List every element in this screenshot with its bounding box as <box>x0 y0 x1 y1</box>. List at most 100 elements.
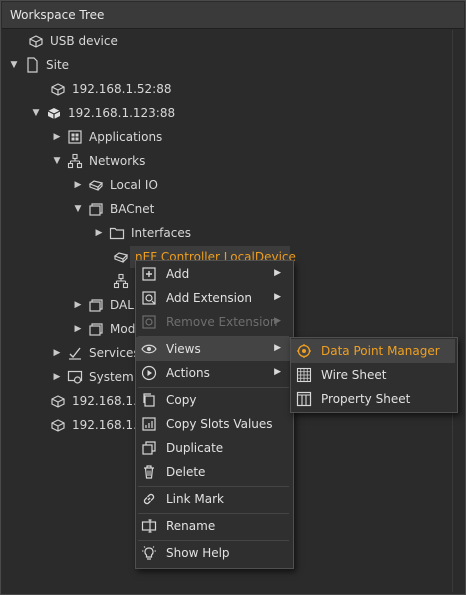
link-icon <box>140 490 158 508</box>
scrollbar[interactable] <box>452 30 463 592</box>
collapse-arrow[interactable]: ▼ <box>8 60 20 70</box>
submenu-arrow-icon: ▶ <box>274 292 281 302</box>
menu-item-views[interactable]: Views ▶ <box>136 337 291 361</box>
tree-item-device-5b[interactable]: 192.168.1.5 <box>34 413 145 437</box>
lightbulb-icon <box>140 544 158 562</box>
tree-item-label: Interfaces <box>131 226 191 240</box>
menu-item-show-help[interactable]: Show Help <box>136 541 291 565</box>
tree-item-services[interactable]: ▶ Services <box>51 341 140 365</box>
wire-sheet-icon <box>295 366 313 384</box>
local-io-icon <box>88 177 104 193</box>
menu-item-actions[interactable]: Actions ▶ <box>136 361 291 385</box>
applications-icon <box>67 129 83 145</box>
collapse-arrow[interactable]: ▼ <box>30 108 42 118</box>
device-filled-icon <box>46 105 62 121</box>
tree-item-label: BACnet <box>110 202 155 216</box>
tree-item-label: 192.168.1.52:88 <box>72 82 172 96</box>
views-submenu: Data Point Manager Wire Sheet Property S… <box>290 337 458 413</box>
data-point-manager-icon <box>295 342 313 360</box>
menu-item-remove-extension: Remove Extension ▶ <box>136 310 291 334</box>
usb-device-icon <box>28 33 44 49</box>
tree-item-applications[interactable]: ▶ Applications <box>51 125 163 149</box>
tree-item-site[interactable]: ▼ Site <box>8 53 69 77</box>
tree-item-network-node[interactable] <box>97 269 135 293</box>
tree-item-device-123[interactable]: ▼ 192.168.1.123:88 <box>30 101 176 125</box>
tree-item-dali[interactable]: ▶ DALI <box>72 293 138 317</box>
tree-item-networks[interactable]: ▼ Networks <box>51 149 145 173</box>
menu-item-add[interactable]: Add ▶ <box>136 262 291 286</box>
submenu-item-data-point-manager[interactable]: Data Point Manager <box>291 339 455 363</box>
networks-icon <box>67 153 83 169</box>
copy-slots-icon <box>140 415 158 433</box>
submenu-item-label: Wire Sheet <box>321 368 387 382</box>
menu-item-label: Actions <box>166 366 210 380</box>
local-device-icon <box>113 249 129 265</box>
submenu-item-property-sheet[interactable]: Property Sheet <box>291 387 455 411</box>
tree-item-label: USB device <box>50 34 118 48</box>
submenu-arrow-icon: ▶ <box>274 316 281 326</box>
menu-item-link-mark[interactable]: Link Mark <box>136 487 291 511</box>
tree-item-label: Applications <box>89 130 163 144</box>
expand-arrow[interactable]: ▶ <box>93 228 105 238</box>
menu-item-label: Remove Extension <box>166 315 278 329</box>
tree-item-device-52[interactable]: 192.168.1.52:88 <box>34 77 171 101</box>
menu-item-copy[interactable]: Copy <box>136 388 291 412</box>
tree-item-label: 192.168.1.5 <box>72 394 145 408</box>
folder-icon <box>109 225 125 241</box>
play-icon <box>140 364 158 382</box>
expand-arrow[interactable]: ▶ <box>51 372 63 382</box>
menu-item-duplicate[interactable]: Duplicate <box>136 436 291 460</box>
tree-item-interfaces[interactable]: ▶ Interfaces <box>93 221 191 245</box>
expand-arrow[interactable]: ▶ <box>72 324 84 334</box>
tree-item-label: 192.168.1.5 <box>72 418 145 432</box>
panel-header: Workspace Tree <box>2 2 464 29</box>
tree-item-device-5a[interactable]: 192.168.1.5 <box>34 389 145 413</box>
menu-item-label: Link Mark <box>166 492 224 506</box>
menu-item-label: Copy <box>166 393 197 407</box>
expand-arrow[interactable]: ▶ <box>72 300 84 310</box>
bacnet-icon <box>88 201 104 217</box>
add-icon <box>140 265 158 283</box>
tree-item-local-io[interactable]: ▶ Local IO <box>72 173 158 197</box>
modbus-icon <box>88 321 104 337</box>
menu-item-delete[interactable]: Delete <box>136 460 291 484</box>
add-extension-icon <box>140 289 158 307</box>
expand-arrow[interactable]: ▶ <box>51 348 63 358</box>
expand-arrow[interactable]: ▶ <box>72 180 84 190</box>
menu-item-copy-slots-values[interactable]: Copy Slots Values <box>136 412 291 436</box>
remove-extension-icon <box>140 313 158 331</box>
duplicate-icon <box>140 439 158 457</box>
menu-item-rename[interactable]: Rename <box>136 514 291 538</box>
menu-item-add-extension[interactable]: Add Extension ▶ <box>136 286 291 310</box>
copy-icon <box>140 391 158 409</box>
eye-icon <box>140 340 158 358</box>
tree-item-modbus[interactable]: ▶ Mod <box>72 317 136 341</box>
tree-item-label: 192.168.1.123:88 <box>68 106 176 120</box>
device-icon <box>50 393 66 409</box>
expand-arrow[interactable]: ▶ <box>51 132 63 142</box>
menu-item-label: Views <box>166 342 201 356</box>
site-icon <box>24 57 40 73</box>
tree-item-label: Networks <box>89 154 146 168</box>
tree-item-label: Site <box>46 58 70 72</box>
menu-item-label: Add <box>166 267 190 281</box>
tree-item-system[interactable]: ▶ System <box>51 365 134 389</box>
rename-icon <box>140 517 158 535</box>
submenu-arrow-icon: ▶ <box>274 343 281 353</box>
tree-item-usb-device[interactable]: USB device <box>12 29 118 53</box>
menu-item-label: Duplicate <box>166 441 224 455</box>
context-menu: Add ▶ Add Extension ▶ Remove Extension ▶… <box>135 260 294 569</box>
dali-icon <box>88 297 104 313</box>
submenu-arrow-icon: ▶ <box>274 367 281 377</box>
submenu-item-wire-sheet[interactable]: Wire Sheet <box>291 363 455 387</box>
system-icon <box>67 369 83 385</box>
trash-icon <box>140 463 158 481</box>
property-sheet-icon <box>295 390 313 408</box>
device-icon <box>50 81 66 97</box>
collapse-arrow[interactable]: ▼ <box>72 204 84 214</box>
submenu-arrow-icon: ▶ <box>274 268 281 278</box>
tree-item-bacnet[interactable]: ▼ BACnet <box>72 197 155 221</box>
menu-item-label: Rename <box>166 519 216 533</box>
collapse-arrow[interactable]: ▼ <box>51 156 63 166</box>
submenu-item-label: Data Point Manager <box>321 344 440 358</box>
